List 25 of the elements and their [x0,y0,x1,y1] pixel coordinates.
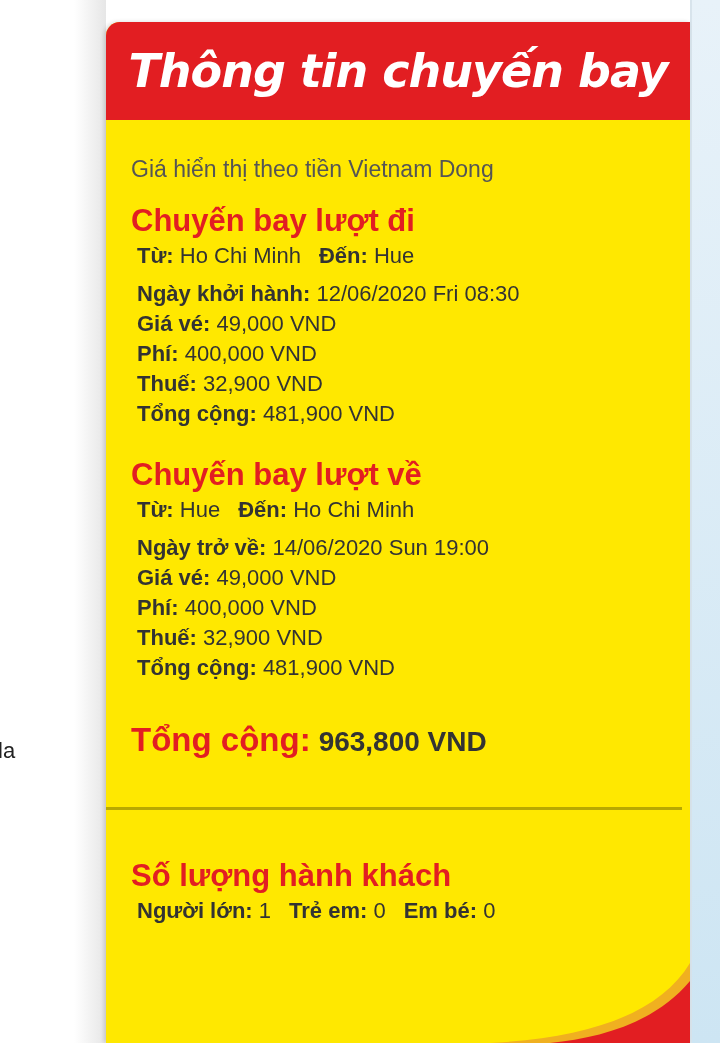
card-title: Thông tin chuyến bay [128,44,668,98]
field-text: Trẻ em: 0 [289,897,386,925]
section-heading: Chuyến bay lượt về [131,456,423,494]
field-text: Phí: 400,000 VND [137,340,317,368]
field-text: Đến: Ho Chi Minh [238,496,415,524]
field-text: Thuế: 32,900 VND [137,624,323,652]
grand-total-value: 963,800 VND [318,726,487,758]
field-text: Ngày trở về: 14/06/2020 Sun 19:00 [137,534,489,562]
field-text: Giá vé: 49,000 VND [137,564,337,592]
currency-note: Giá hiển thị theo tiền Vietnam Dong [131,156,495,183]
page-text: la [0,738,16,763]
section-heading: Chuyến bay lượt đi [131,202,416,240]
field-text: Tổng cộng: 481,900 VND [137,654,395,682]
field-text: Từ: Hue [137,496,221,524]
field-text: Giá vé: 49,000 VND [137,310,337,338]
field-text: Đến: Hue [318,242,415,270]
field-text: Thuế: 32,900 VND [137,370,323,398]
field-text: Tổng cộng: 481,900 VND [137,400,395,428]
field-text: Người lớn: 1 [137,897,271,925]
field-text: Phí: 400,000 VND [137,594,317,622]
field-text: Từ: Ho Chi Minh [137,242,301,270]
grand-total-label: Tổng cộng: [131,721,311,759]
field-text: Ngày khởi hành: 12/06/2020 Fri 08:30 [137,280,520,308]
field-text: Em bé: 0 [403,897,496,925]
section-heading: Số lượng hành khách [131,857,453,895]
